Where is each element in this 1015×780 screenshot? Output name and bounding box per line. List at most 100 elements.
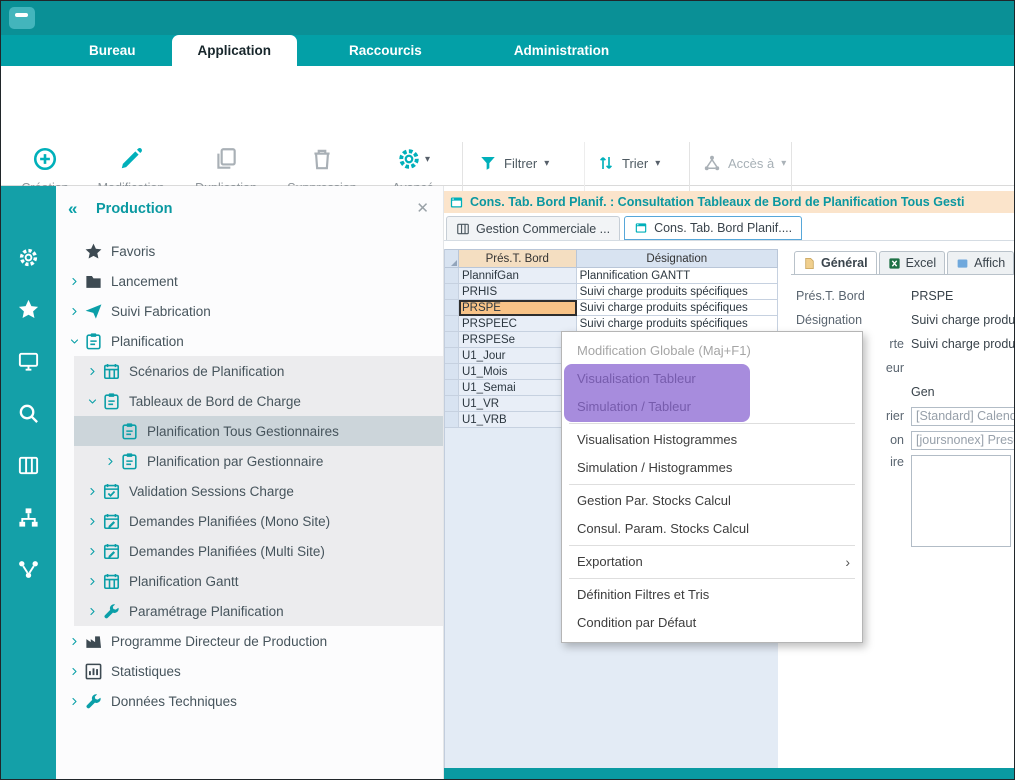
- tree-item-demandes-planifiees-multi-site[interactable]: Demandes Planifiées (Multi Site): [56, 536, 443, 566]
- tree-item-planification-par-gestionnaire[interactable]: Planification par Gestionnaire: [56, 446, 443, 476]
- cell-designation[interactable]: Plannification GANTT: [577, 268, 778, 284]
- row-selector-cell[interactable]: [445, 396, 459, 412]
- settings-gear-icon[interactable]: [17, 246, 40, 269]
- tree-item-planification-tous-gestionnaires[interactable]: Planification Tous Gestionnaires: [56, 416, 443, 446]
- menu-item-exportation[interactable]: Exportation ›: [562, 548, 862, 576]
- table-row[interactable]: PlannifGan Plannification GANTT: [445, 268, 778, 284]
- close-icon[interactable]: ✕: [416, 199, 429, 217]
- row-selector-cell[interactable]: [445, 412, 459, 428]
- cell-pres-t-bord[interactable]: PRSPEEC: [459, 316, 577, 332]
- cell-pres-t-bord[interactable]: U1_Jour: [459, 348, 577, 364]
- tree-item-parametrage-planification[interactable]: Paramétrage Planification: [56, 596, 443, 626]
- trier-button[interactable]: Trier ▾: [597, 150, 660, 176]
- search-icon[interactable]: [17, 402, 40, 425]
- tree-item-lancement[interactable]: Lancement: [56, 266, 443, 296]
- chevron-right-icon[interactable]: [82, 367, 102, 376]
- menu-tab-raccourcis[interactable]: Raccourcis: [323, 35, 448, 66]
- table-row[interactable]: PRSPEEC Suivi charge produits spécifique…: [445, 316, 778, 332]
- menu-tab-administration[interactable]: Administration: [488, 35, 635, 66]
- cell-pres-t-bord[interactable]: PRHIS: [459, 284, 577, 300]
- cell-pres-t-bord[interactable]: PlannifGan: [459, 268, 577, 284]
- tree-item-label: Demandes Planifiées (Multi Site): [129, 544, 325, 559]
- desktop-monitor-icon[interactable]: [17, 350, 40, 373]
- menu-item-simulation-tableur[interactable]: Simulation / Tableur: [562, 393, 862, 421]
- active-cell-prspe[interactable]: PRSPE: [459, 300, 577, 316]
- row-selector-cell[interactable]: [445, 300, 459, 316]
- filtrer-button[interactable]: Filtrer ▾: [479, 150, 549, 176]
- menu-item-gestion-par-stocks-calcul[interactable]: Gestion Par. Stocks Calcul: [562, 487, 862, 515]
- row-selector-cell[interactable]: [445, 348, 459, 364]
- menu-item-condition-par-defaut[interactable]: Condition par Défaut: [562, 609, 862, 637]
- chevron-down-icon[interactable]: [64, 337, 84, 346]
- chevron-right-icon[interactable]: [64, 307, 84, 316]
- chevron-right-icon[interactable]: [64, 697, 84, 706]
- chevron-right-icon[interactable]: [82, 547, 102, 556]
- doc-tab-cons-tab-bord-planif[interactable]: Cons. Tab. Bord Planif....: [624, 216, 802, 240]
- tree-item-validation-sessions-charge[interactable]: Validation Sessions Charge: [56, 476, 443, 506]
- tree-item-suivi-fabrication[interactable]: Suivi Fabrication: [56, 296, 443, 326]
- cell-designation[interactable]: Suivi charge produits spécifiques: [577, 300, 778, 316]
- row-selector-cell[interactable]: [445, 284, 459, 300]
- document-title: Cons. Tab. Bord Planif. : Consultation T…: [470, 195, 964, 209]
- chevron-right-icon[interactable]: [82, 517, 102, 526]
- doc-tab-gestion-commerciale[interactable]: Gestion Commerciale ...: [446, 216, 620, 240]
- menu-item-definition-filtres-et-tris[interactable]: Définition Filtres et Tris: [562, 581, 862, 609]
- cell-pres-t-bord[interactable]: U1_VR: [459, 396, 577, 412]
- table-row[interactable]: PRHIS Suivi charge produits spécifiques: [445, 284, 778, 300]
- cell-pres-t-bord[interactable]: U1_Mois: [459, 364, 577, 380]
- chevron-right-icon[interactable]: [64, 277, 84, 286]
- cell-pres-t-bord[interactable]: U1_VRB: [459, 412, 577, 428]
- chevron-right-icon[interactable]: [100, 457, 120, 466]
- table-row-selected[interactable]: PRSPE Suivi charge produits spécifiques: [445, 300, 778, 316]
- chevron-right-icon[interactable]: [64, 667, 84, 676]
- row-selector-cell[interactable]: [445, 332, 459, 348]
- tree-item-tableaux-de-bord-de-charge[interactable]: Tableaux de Bord de Charge: [56, 386, 443, 416]
- menu-tab-application[interactable]: Application: [172, 35, 298, 66]
- column-header-pres-t-bord[interactable]: Prés.T. Bord: [459, 249, 577, 268]
- menu-item-consul-param-stocks-calcul[interactable]: Consul. Param. Stocks Calcul: [562, 515, 862, 543]
- cell-pres-t-bord[interactable]: PRSPESe: [459, 332, 577, 348]
- collapse-panel-icon[interactable]: «: [68, 199, 77, 219]
- exception-input[interactable]: [joursnonex] Preser: [911, 431, 1015, 450]
- chevron-right-icon[interactable]: [64, 637, 84, 646]
- workflow-icon[interactable]: [17, 558, 40, 581]
- tree-item-label: Planification Tous Gestionnaires: [147, 424, 339, 439]
- chevron-down-icon[interactable]: [82, 397, 102, 406]
- calendrier-input[interactable]: [Standard] Calendri: [911, 407, 1015, 426]
- tree-item-donnees-techniques[interactable]: Données Techniques: [56, 686, 443, 716]
- acces-a-button[interactable]: Accès à ▾: [703, 150, 786, 176]
- cell-designation[interactable]: Suivi charge produits spécifiques: [577, 316, 778, 332]
- tree-item-scenarios-de-planification[interactable]: Scénarios de Planification: [56, 356, 443, 386]
- detail-tab-affichage[interactable]: Affich: [947, 251, 1014, 274]
- tree-item-planification-gantt[interactable]: Planification Gantt: [56, 566, 443, 596]
- sitemap-icon[interactable]: [17, 506, 40, 529]
- chevron-right-icon[interactable]: [82, 607, 102, 616]
- tree-item-demandes-planifiees-mono-site[interactable]: Demandes Planifiées (Mono Site): [56, 506, 443, 536]
- column-header-designation[interactable]: Désignation: [577, 249, 778, 268]
- commentaire-textarea[interactable]: [911, 455, 1011, 547]
- menu-tab-bureau[interactable]: Bureau: [63, 35, 162, 66]
- tree-item-programme-directeur-de-production[interactable]: Programme Directeur de Production: [56, 626, 443, 656]
- row-selector-cell[interactable]: [445, 380, 459, 396]
- cell-pres-t-bord[interactable]: U1_Semai: [459, 380, 577, 396]
- row-selector-cell[interactable]: [445, 316, 459, 332]
- field-label: Prés.T. Bord: [796, 289, 904, 303]
- detail-tab-excel[interactable]: Excel: [879, 251, 946, 274]
- row-selector-cell[interactable]: [445, 268, 459, 284]
- chevron-right-icon[interactable]: [82, 487, 102, 496]
- chevron-right-icon[interactable]: [82, 577, 102, 586]
- favorites-star-icon[interactable]: [17, 298, 40, 321]
- modules-dashboard-icon[interactable]: [17, 454, 40, 477]
- tree-item-planification[interactable]: Planification: [56, 326, 443, 356]
- menu-item-modification-globale[interactable]: Modification Globale (Maj+F1): [562, 337, 862, 365]
- cell-designation[interactable]: Suivi charge produits spécifiques: [577, 284, 778, 300]
- tree-item-statistiques[interactable]: Statistiques: [56, 656, 443, 686]
- select-all-corner[interactable]: [445, 249, 459, 268]
- tree-item-favoris[interactable]: Favoris: [56, 236, 443, 266]
- detail-tab-general[interactable]: Général: [794, 251, 877, 274]
- menu-item-visualisation-tableur[interactable]: Visualisation Tableur: [562, 365, 862, 393]
- menu-item-visualisation-histogrammes[interactable]: Visualisation Histogrammes: [562, 426, 862, 454]
- row-selector-cell[interactable]: [445, 364, 459, 380]
- menu-item-simulation-histogrammes[interactable]: Simulation / Histogrammes: [562, 454, 862, 482]
- nav-tree: Favoris Lancement Suivi Fabrication Plan…: [56, 236, 443, 716]
